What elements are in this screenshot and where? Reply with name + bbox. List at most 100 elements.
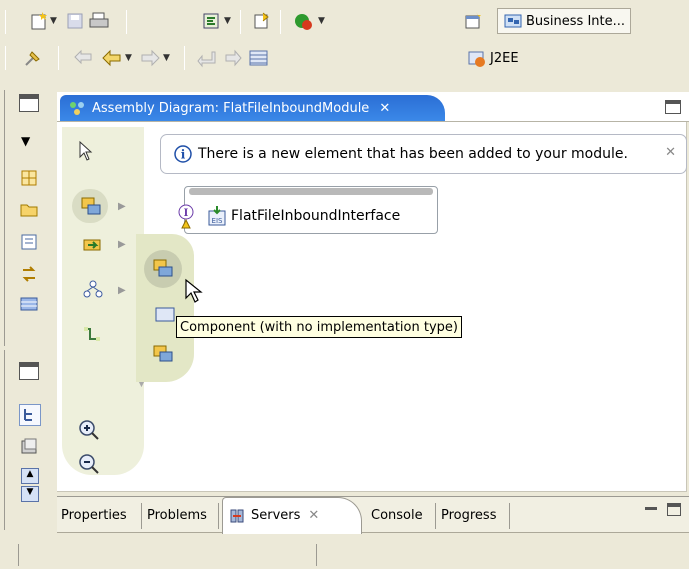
tab-progress[interactable]: Progress [441, 497, 496, 534]
undo-icon[interactable] [196, 47, 218, 69]
toolbar-separator [5, 46, 6, 70]
tab-divider [218, 503, 219, 529]
tab-console[interactable]: Console [371, 497, 423, 534]
component-category-button[interactable] [72, 189, 108, 223]
tab-divider [435, 503, 436, 529]
restore-view-icon[interactable] [19, 94, 39, 112]
interface-node[interactable]: I EIS FlatFileInboundInterface [178, 186, 438, 234]
j2ee-icon [468, 51, 485, 67]
redo-icon[interactable] [222, 47, 244, 69]
left-fastview-bar-lower: ▲ ▼ [4, 350, 50, 530]
forward-dropdown-icon[interactable]: ▼ [163, 53, 170, 63]
tasks-icon[interactable] [19, 294, 39, 318]
eis-icon: EIS [207, 205, 229, 231]
view-menu-icon[interactable]: ▼ [21, 134, 30, 148]
book-icon[interactable] [19, 436, 39, 460]
new-element-notification: i There is a new element that has been a… [160, 134, 687, 174]
expand-arrow-icon: ▶ [118, 285, 126, 296]
notification-close-icon[interactable]: ✕ [665, 145, 676, 160]
tab-divider [509, 503, 510, 529]
component-subpalette [136, 234, 194, 382]
minimize-panel-icon[interactable] [645, 507, 657, 510]
tab-label: Console [371, 508, 423, 523]
toolbar-separator [184, 46, 185, 70]
tab-label: Servers [251, 508, 301, 523]
java-component-icon[interactable] [154, 304, 176, 328]
hierarchy-icon[interactable] [19, 404, 41, 426]
toolbar-separator [58, 46, 59, 70]
tab-label: Properties [61, 508, 127, 523]
tab-servers[interactable]: Servers ✕ [229, 497, 319, 534]
tab-problems[interactable]: Problems [147, 497, 207, 534]
sync-icon[interactable] [19, 264, 39, 288]
expand-arrow-icon: ▶ [118, 201, 126, 212]
last-edit-icon[interactable] [73, 47, 95, 69]
mouse-cursor-icon [184, 278, 204, 308]
outline-icon[interactable] [19, 168, 39, 192]
folder-icon[interactable] [19, 200, 39, 224]
tab-close-icon[interactable]: ✕ [379, 101, 390, 116]
tab-properties[interactable]: Properties [61, 497, 127, 534]
svg-text:I: I [184, 208, 189, 219]
table-view-icon[interactable] [248, 47, 270, 69]
component-no-impl-button[interactable] [144, 250, 182, 288]
interface-label: FlatFileInboundInterface [231, 208, 401, 224]
export-icon[interactable] [250, 10, 272, 32]
search-dropdown-icon[interactable]: ▼ [318, 16, 325, 26]
back-dropdown-icon[interactable]: ▼ [125, 53, 132, 63]
new-wizard-icon[interactable] [28, 10, 50, 32]
expand-arrow-icon: ▶ [118, 239, 126, 250]
maximize-panel-icon[interactable] [667, 503, 681, 516]
search-run-icon[interactable] [292, 10, 314, 32]
tab-close-icon[interactable]: ✕ [308, 508, 319, 523]
perspective-business-integration[interactable]: Business Inte... [497, 8, 632, 34]
open-perspective-icon[interactable] [462, 10, 484, 32]
palette-drawer: ▶ ▶ ▶ ▼ [62, 127, 145, 475]
pin-icon[interactable] [22, 47, 44, 69]
toolbar-separator [5, 10, 6, 34]
interface-node-header [189, 188, 433, 195]
tab-title: Assembly Diagram: FlatFileInboundModule [92, 100, 370, 116]
import-category-icon[interactable] [82, 235, 104, 259]
save-icon[interactable] [64, 10, 86, 32]
wire-tool-icon[interactable] [82, 325, 104, 349]
perspective-business-label: Business Inte... [526, 13, 626, 29]
back-icon[interactable] [101, 47, 123, 69]
status-divider [316, 544, 317, 566]
forward-icon[interactable] [139, 47, 161, 69]
print-icon[interactable] [88, 10, 110, 32]
toolbar-separator [126, 10, 127, 34]
selection-tool-icon[interactable] [76, 140, 96, 166]
scroll-up-icon[interactable]: ▲ [21, 468, 39, 484]
process-category-icon[interactable] [82, 279, 104, 303]
business-integration-icon [504, 14, 522, 28]
status-bar [0, 540, 689, 569]
maximize-editor-icon[interactable] [665, 100, 681, 114]
info-icon: i [174, 145, 192, 163]
perspective-j2ee[interactable]: J2EE [462, 45, 524, 71]
new-dropdown-icon[interactable]: ▼ [50, 16, 57, 26]
status-divider [18, 544, 19, 566]
export-component-icon[interactable] [152, 342, 176, 368]
navigator-icon[interactable] [19, 232, 39, 256]
tab-assembly-diagram[interactable]: Assembly Diagram: FlatFileInboundModule … [60, 95, 445, 121]
run-config-icon[interactable] [200, 10, 222, 32]
tab-divider [141, 503, 142, 529]
left-fastview-bar: ▼ [4, 90, 50, 346]
scroll-down-icon[interactable]: ▼ [21, 486, 39, 502]
tooltip-text: Component (with no implementation type) [180, 319, 458, 335]
toolbar-separator [240, 10, 241, 34]
restore-view-icon[interactable] [19, 362, 39, 380]
toolbar-separator [280, 10, 281, 34]
zoom-in-icon[interactable] [78, 419, 100, 445]
interface-warning-icon: I [176, 202, 196, 234]
run-dropdown-icon[interactable]: ▼ [224, 16, 231, 26]
assembly-diagram-icon [70, 102, 84, 115]
notification-text: There is a new element that has been add… [198, 146, 628, 162]
zoom-out-icon[interactable] [78, 453, 100, 479]
component-tooltip: Component (with no implementation type) [176, 316, 462, 338]
editor-tab-strip: Assembly Diagram: FlatFileInboundModule … [57, 92, 689, 122]
eis-tag: EIS [212, 217, 223, 225]
tab-label: Progress [441, 508, 497, 523]
perspective-j2ee-label: J2EE [490, 50, 519, 66]
